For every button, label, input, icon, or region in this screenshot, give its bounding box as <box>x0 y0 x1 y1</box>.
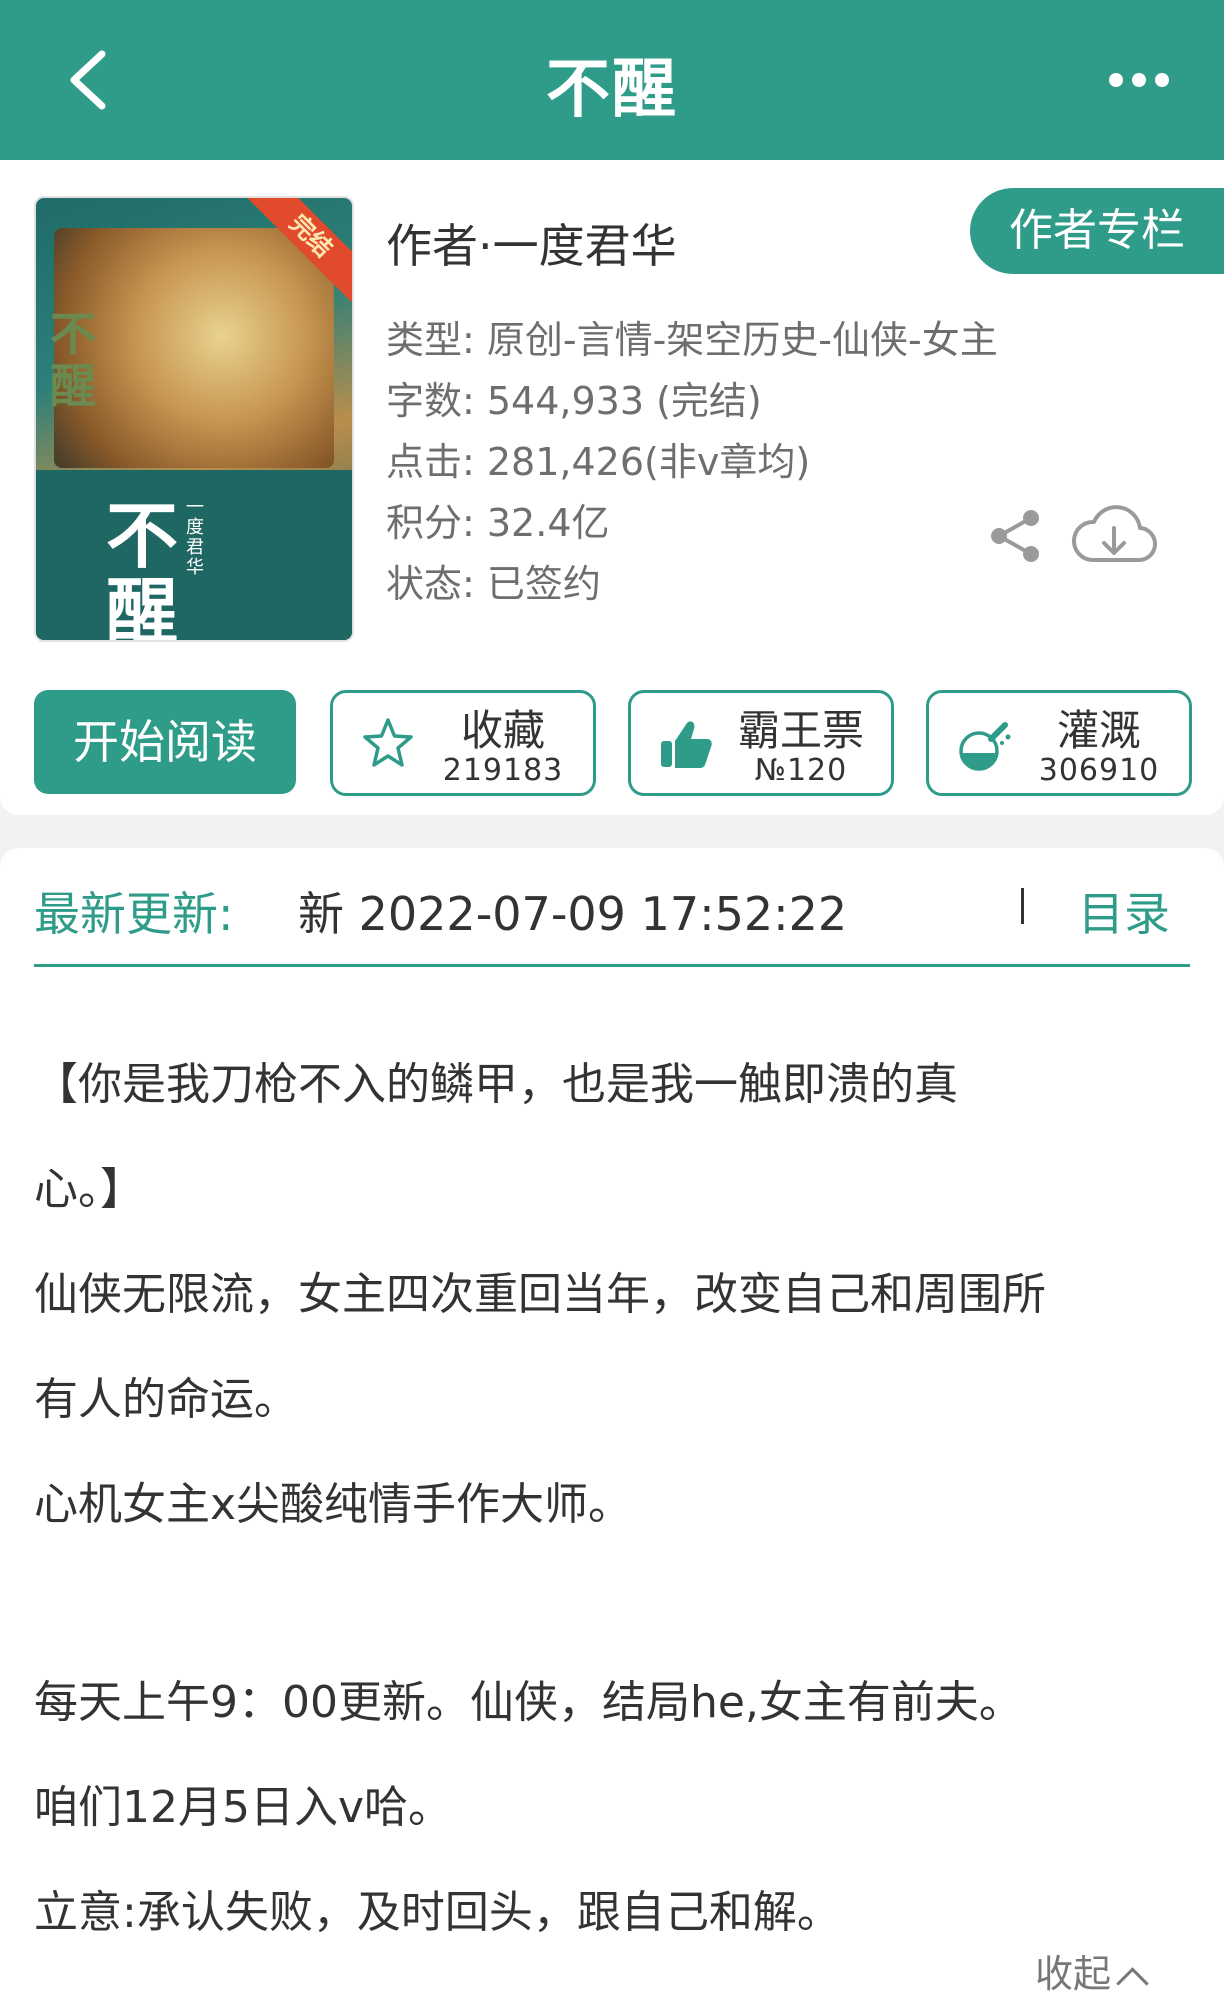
meta-word-count: 字数: 544,933 (完结) <box>386 379 762 423</box>
favorite-button[interactable]: 收藏 219183 <box>330 690 596 796</box>
overlord-ticket-count: №120 <box>754 753 848 788</box>
star-icon <box>363 718 413 767</box>
overlord-ticket-button[interactable]: 霸王票 №120 <box>628 690 894 796</box>
book-meta-list: 类型: 原创-言情-架空历史-仙侠-女主 字数: 544,933 (完结) 点击… <box>386 310 998 615</box>
more-icon <box>1109 73 1169 87</box>
cover-author: 一度君华 <box>186 497 204 578</box>
share-icon <box>991 510 1039 562</box>
start-reading-button[interactable]: 开始阅读 <box>34 690 296 794</box>
description-line: 心。】 <box>34 1164 144 1215</box>
book-description: 【你是我刀枪不入的鳞甲，也是我一触即溃的真 心。】 仙侠无限流，女主四次重回当年… <box>0 998 1224 2005</box>
share-button[interactable] <box>985 505 1047 567</box>
catalog-link[interactable]: 目录 <box>1078 878 1170 944</box>
latest-update-text[interactable]: 新 2022-07-09 17:52:22 <box>298 878 847 944</box>
description-line: 有人的命运。 <box>34 1374 298 1425</box>
book-info-card: 不醒 不醒 一度君华 完结 作者·一度君华 作者专栏 类型: 原创-言情-架空历… <box>0 160 1224 815</box>
page-title: 不醒 <box>546 53 678 127</box>
book-cover[interactable]: 不醒 不醒 一度君华 完结 <box>34 196 354 642</box>
download-button[interactable] <box>1068 498 1160 574</box>
cover-title: 不醒 <box>106 493 179 642</box>
author-column-button[interactable]: 作者专栏 <box>970 188 1224 274</box>
collapse-button[interactable]: 收起 <box>1035 1943 1149 2000</box>
meta-score: 积分: 32.4亿 <box>386 501 610 545</box>
description-line: 【你是我刀枪不入的鳞甲，也是我一触即溃的真 <box>34 1059 958 1110</box>
description-line: 立意:承认失败，及时回头，跟自己和解。 <box>34 1887 841 1938</box>
top-nav-bar: 不醒 <box>0 0 1224 160</box>
cloud-download-icon <box>1071 505 1157 563</box>
meta-status: 状态: 已签约 <box>386 562 601 606</box>
favorite-count: 219183 <box>442 753 564 788</box>
favorite-label: 收藏 <box>460 706 545 755</box>
divider <box>1021 888 1024 924</box>
meta-clicks: 点击: 281,426(非v章均) <box>386 440 811 484</box>
description-line: 咱们12月5日入v哈。 <box>34 1782 453 1833</box>
more-button[interactable] <box>1104 55 1174 105</box>
irrigate-count: 306910 <box>1038 753 1160 788</box>
latest-update-bar[interactable]: 最新更新: 新 2022-07-09 17:52:22 目录 <box>0 848 1224 998</box>
description-line: 仙侠无限流，女主四次重回当年，改变自己和周围所 <box>34 1269 1046 1320</box>
chevron-up-icon <box>1116 1967 1149 2000</box>
irrigate-button[interactable]: 灌溉 306910 <box>926 690 1192 796</box>
flask-icon <box>959 722 1011 771</box>
overlord-ticket-label: 霸王票 <box>737 706 864 755</box>
thumbs-up-icon <box>661 721 712 768</box>
description-line: 心机女主x尖酸纯情手作大师。 <box>34 1479 633 1530</box>
update-underline <box>34 964 1190 967</box>
collapse-label: 收起 <box>1035 1952 1112 1996</box>
description-line: 每天上午9：00更新。仙侠，结局he,女主有前夫。 <box>34 1677 1023 1728</box>
cover-side-title: 不醒 <box>50 307 96 413</box>
author-name[interactable]: 作者·一度君华 <box>386 210 677 276</box>
latest-update-label: 最新更新: <box>34 887 234 941</box>
meta-genre: 类型: 原创-言情-架空历史-仙侠-女主 <box>386 318 998 362</box>
irrigate-label: 灌溉 <box>1056 706 1141 755</box>
